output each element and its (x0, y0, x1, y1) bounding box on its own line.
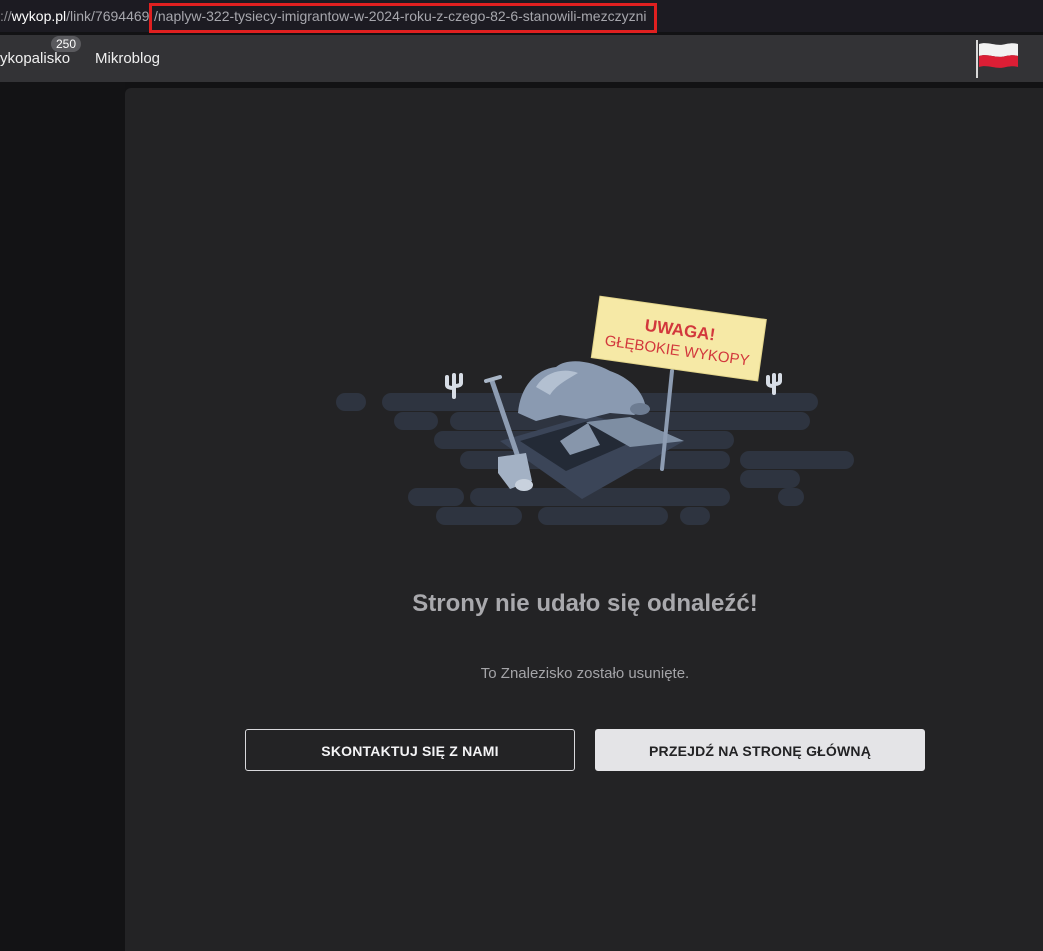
nav-item-wykopalisko[interactable]: ykopalisko 250 (0, 35, 82, 82)
top-navigation: ykopalisko 250 Mikroblog (0, 35, 1043, 82)
poland-flag-icon[interactable] (976, 40, 1020, 78)
go-home-button[interactable]: PRZEJDŹ NA STRONĘ GŁÓWNĄ (595, 729, 925, 771)
url-prefix: :// (0, 8, 12, 24)
nav-item-mikroblog[interactable]: Mikroblog (95, 35, 160, 82)
digging-hole-illustration: UWAGA! GŁĘBOKIE WYKOPY (336, 295, 854, 525)
url-path: /link/7694469 (66, 8, 150, 24)
nav-item-label: Mikroblog (95, 50, 161, 67)
contact-us-button[interactable]: SKONTAKTUJ SIĘ Z NAMI (245, 729, 575, 771)
count-badge: 250 (51, 36, 82, 52)
address-bar[interactable]: ://wykop.pl/link/7694469 /naplyw-322-tys… (0, 0, 1043, 32)
error-message: To Znalezisko zostało usunięte. (480, 665, 690, 682)
url-slug: /naplyw-322-tysiecy-imigrantow-w-2024-ro… (154, 8, 647, 24)
error-title: Strony nie udało się odnaleźć! (412, 590, 758, 617)
url-host: wykop.pl (11, 8, 67, 24)
sidebar (0, 82, 125, 951)
nav-item-label: ykopalisko (0, 50, 71, 67)
